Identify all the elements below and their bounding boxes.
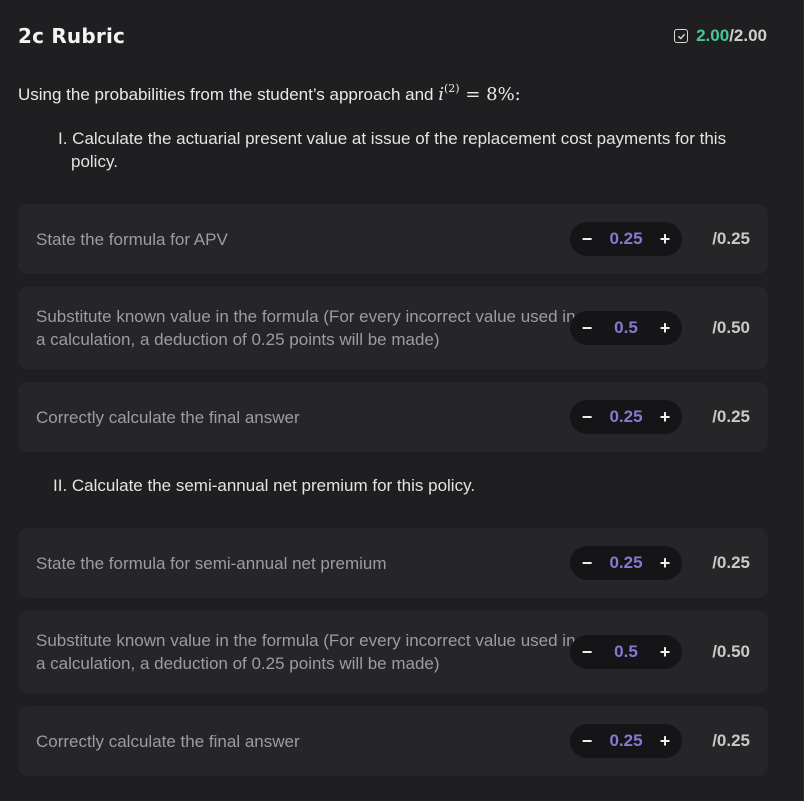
score-value: 0.25 bbox=[609, 553, 643, 572]
increment-button[interactable]: + bbox=[658, 642, 672, 663]
decrement-button[interactable]: − bbox=[580, 407, 594, 428]
score-stepper: − 0.25 + bbox=[570, 546, 682, 580]
part-2-heading: II. Calculate the semi-annual net premiu… bbox=[53, 476, 476, 495]
criterion-text: Correctly calculate the final answer bbox=[36, 731, 300, 751]
criterion-card: Substitute known value in the formula (F… bbox=[18, 611, 768, 693]
max-points: /0.50 bbox=[712, 642, 750, 661]
increment-button[interactable]: + bbox=[658, 407, 672, 428]
criterion-text: Correctly calculate the final answer bbox=[36, 407, 300, 427]
criterion-text: Substitute known value in the formula (F… bbox=[36, 307, 576, 349]
criterion-card: Correctly calculate the final answer − 0… bbox=[18, 706, 768, 776]
max-points: /0.25 bbox=[712, 731, 750, 750]
increment-button[interactable]: + bbox=[658, 553, 672, 574]
score-stepper: − 0.25 + bbox=[570, 724, 682, 758]
interest-rate-formula: i(2) = 8%: bbox=[438, 82, 521, 105]
score-stepper: − 0.5 + bbox=[570, 635, 682, 669]
prompt-text: Using the probabilities from the student… bbox=[18, 85, 434, 104]
check-icon bbox=[677, 33, 685, 39]
decrement-button[interactable]: − bbox=[580, 229, 594, 250]
rubric-header: 2c Rubric 2.00/2.00 bbox=[18, 22, 767, 50]
score-value: 0.5 bbox=[614, 318, 638, 337]
criterion-card: State the formula for semi-annual net pr… bbox=[18, 528, 768, 598]
increment-button[interactable]: + bbox=[658, 318, 672, 339]
question-prompt: Using the probabilities from the student… bbox=[18, 82, 521, 105]
max-points: /0.25 bbox=[712, 229, 750, 248]
increment-button[interactable]: + bbox=[658, 731, 672, 752]
checkbox-check-icon[interactable] bbox=[674, 29, 689, 43]
math-sup: (2) bbox=[444, 82, 460, 95]
criterion-text: State the formula for semi-annual net pr… bbox=[36, 553, 387, 573]
score-value: 0.25 bbox=[609, 407, 643, 426]
decrement-button[interactable]: − bbox=[580, 642, 594, 663]
score-stepper: − 0.25 + bbox=[570, 222, 682, 256]
criterion-text: State the formula for APV bbox=[36, 229, 228, 249]
score-value: 0.25 bbox=[609, 229, 643, 248]
decrement-button[interactable]: − bbox=[580, 553, 594, 574]
max-points: /0.25 bbox=[712, 553, 750, 572]
score-stepper: − 0.25 + bbox=[570, 400, 682, 434]
score-stepper: − 0.5 + bbox=[570, 311, 682, 345]
criterion-card: State the formula for APV − 0.25 + /0.25 bbox=[18, 204, 768, 274]
decrement-button[interactable]: − bbox=[580, 731, 594, 752]
part-1-heading: I. Calculate the actuarial present value… bbox=[58, 129, 727, 171]
max-points: /0.25 bbox=[712, 407, 750, 426]
rubric-title: 2c Rubric bbox=[18, 24, 126, 48]
score-total: /2.00 bbox=[729, 26, 767, 45]
math-rest: = 8%: bbox=[459, 84, 521, 105]
rubric-score: 2.00/2.00 bbox=[674, 26, 767, 46]
score-value: 0.5 bbox=[614, 642, 638, 661]
increment-button[interactable]: + bbox=[658, 229, 672, 250]
criterion-text: Substitute known value in the formula (F… bbox=[36, 631, 576, 673]
criterion-card: Substitute known value in the formula (F… bbox=[18, 287, 768, 369]
decrement-button[interactable]: − bbox=[580, 318, 594, 339]
max-points: /0.50 bbox=[712, 318, 750, 337]
score-value: 0.25 bbox=[609, 731, 643, 750]
rubric-panel: 2c Rubric 2.00/2.00 Using the probabilit… bbox=[0, 0, 804, 801]
criterion-card: Correctly calculate the final answer − 0… bbox=[18, 382, 768, 452]
score-earned: 2.00 bbox=[696, 26, 730, 45]
